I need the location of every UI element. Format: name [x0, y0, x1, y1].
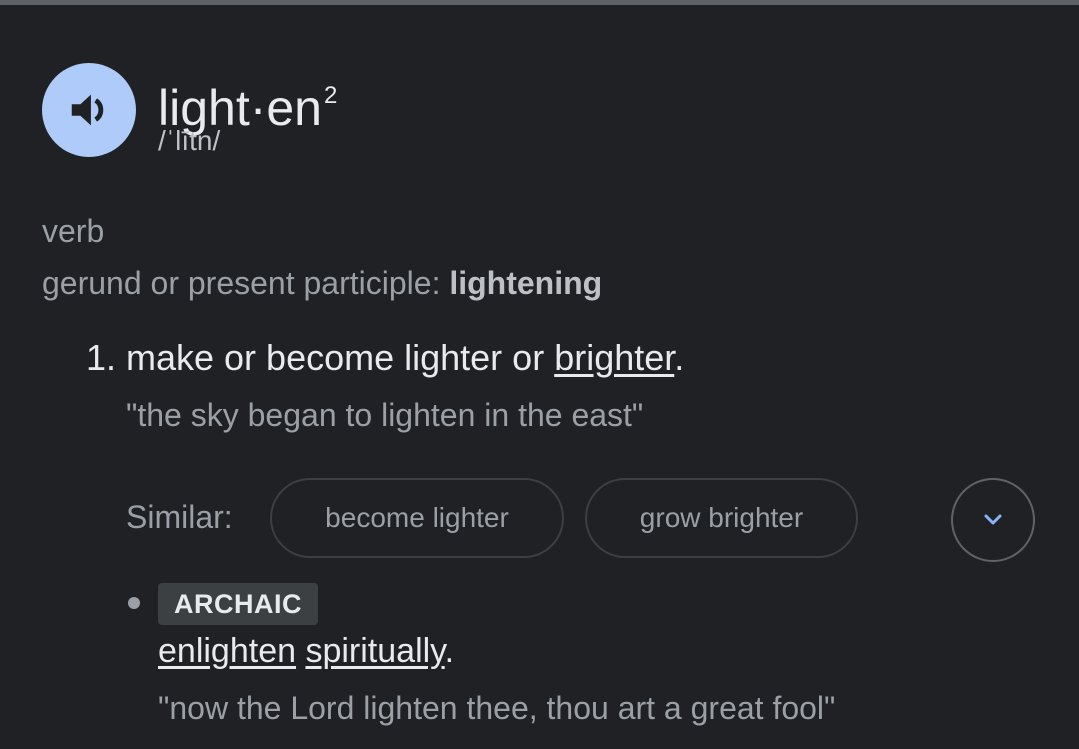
homograph-number: 2 [324, 82, 338, 109]
definition-period: . [674, 337, 685, 378]
inflection: gerund or present participle: lightening [42, 263, 602, 303]
sense-number: 1. [86, 337, 117, 378]
subsense-definition: enlighten spiritually. [158, 630, 454, 672]
inflection-label: gerund or present participle: [42, 265, 450, 301]
similar-chip-become-lighter[interactable]: become lighter [270, 478, 564, 558]
definition-link-brighter[interactable]: brighter [554, 337, 674, 378]
definition-link-enlighten[interactable]: enlighten [158, 632, 296, 670]
speaker-icon [71, 94, 104, 126]
chevron-down-icon [984, 514, 1002, 525]
inflection-value: lightening [449, 265, 603, 301]
register-badge: ARCHAIC [158, 583, 318, 625]
part-of-speech: verb [42, 213, 105, 249]
pronounce-audio-button[interactable] [42, 63, 136, 157]
top-divider [0, 0, 1079, 5]
similar-label: Similar: [126, 499, 233, 535]
subsense-bullet [128, 597, 140, 609]
pronunciation: /ˈlītn/ [158, 125, 221, 156]
subsense-example: "now the Lord lighten thee, thou art a g… [158, 690, 836, 726]
sense-example: "the sky began to lighten in the east" [126, 397, 644, 433]
expand-synonyms-button[interactable] [951, 478, 1035, 562]
sense-definition: make or become lighter or brighter. [126, 336, 684, 380]
definition-link-spiritually[interactable]: spiritually [305, 632, 444, 670]
definition-text: make or become lighter or [126, 337, 555, 378]
similar-chip-grow-brighter[interactable]: grow brighter [585, 478, 858, 558]
subsense-period: . [444, 632, 455, 670]
